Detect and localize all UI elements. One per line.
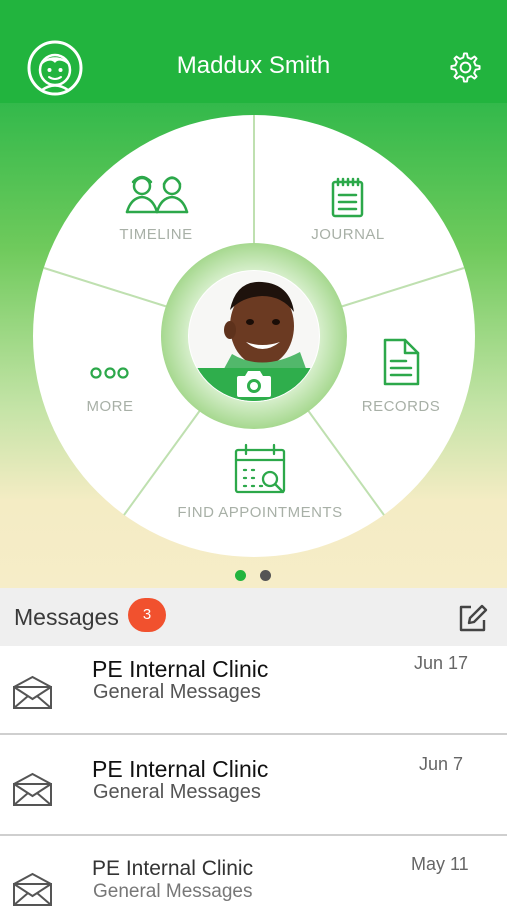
message-category: General Messages	[93, 681, 261, 703]
envelope-icon	[13, 772, 52, 806]
compose-icon[interactable]	[458, 603, 488, 633]
find-appointments-label: FIND APPOINTMENTS	[177, 504, 342, 521]
message-date: Jun 17	[414, 653, 469, 673]
messages-header: Messages 3	[0, 588, 507, 646]
page-dot[interactable]	[260, 570, 271, 581]
envelope-icon	[13, 872, 52, 906]
timeline-label: TIMELINE	[119, 226, 192, 243]
records-label: RECORDS	[362, 398, 441, 415]
gear-icon[interactable]	[449, 51, 482, 84]
page-title: Maddux Smith	[176, 52, 331, 79]
envelope-icon	[13, 675, 52, 709]
page-indicator	[0, 570, 507, 582]
message-row[interactable]: PE Internal Clinic General Messages May …	[0, 836, 507, 906]
message-date: May 11	[411, 854, 469, 874]
page-dot-active[interactable]	[235, 570, 246, 581]
message-row[interactable]: PE Internal Clinic General Messages Jun …	[0, 646, 507, 746]
unread-count-badge: 3	[128, 598, 166, 632]
message-category: General Messages	[93, 781, 261, 803]
message-date: Jun 7	[419, 754, 464, 774]
messages-title: Messages	[14, 604, 119, 630]
app-header: Maddux Smith	[0, 0, 507, 103]
message-sender: PE Internal Clinic	[92, 857, 254, 880]
message-sender: PE Internal Clinic	[92, 756, 269, 782]
message-row[interactable]: PE Internal Clinic General Messages Jun …	[0, 735, 507, 835]
journal-label: JOURNAL	[311, 226, 385, 243]
message-sender: PE Internal Clinic	[92, 656, 269, 682]
navigation-wheel: TIMELINE JOURNAL MORE RECORDS FIND APPOI…	[33, 115, 475, 557]
more-label: MORE	[87, 398, 134, 415]
